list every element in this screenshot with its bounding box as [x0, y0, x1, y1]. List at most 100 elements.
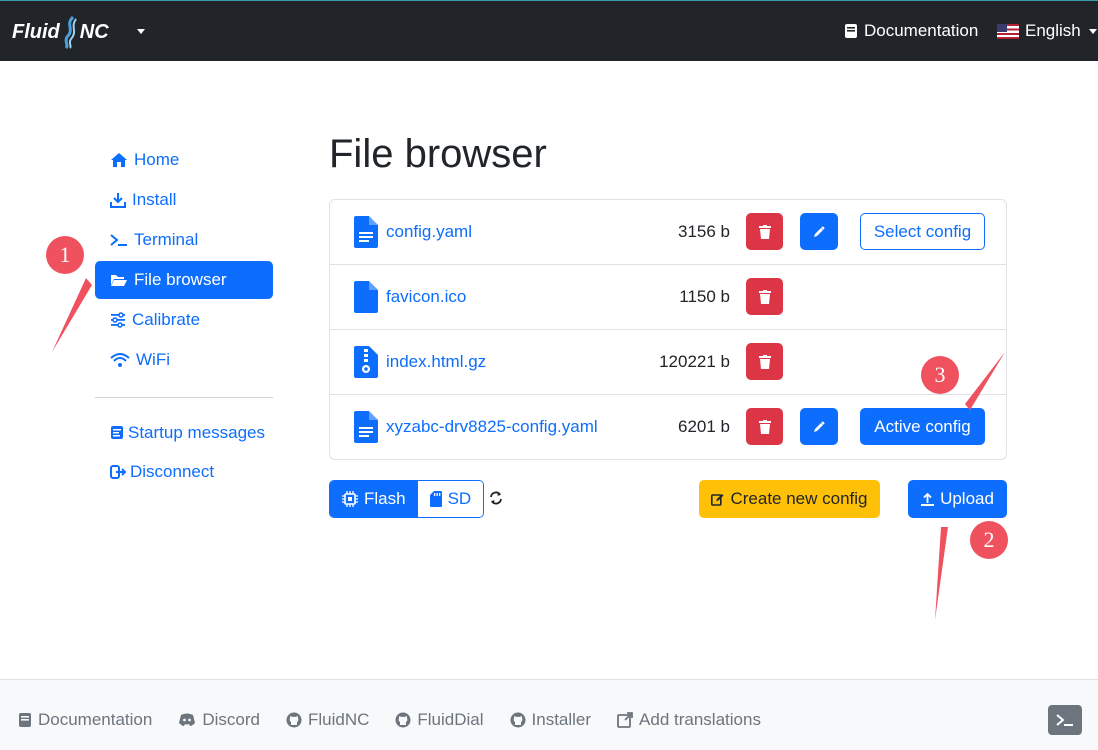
external-link-icon — [617, 712, 633, 728]
footer-link-label: FluidDial — [417, 710, 484, 729]
annotation-marker-3: 3 — [921, 356, 959, 394]
brand-logo[interactable]: Fluid NC — [12, 15, 109, 49]
sidebar-item-label: Calibrate — [132, 310, 201, 329]
message-icon — [111, 426, 123, 439]
select-config-button[interactable]: Select config — [860, 213, 985, 250]
sd-label: SD — [447, 489, 472, 508]
footer-link-label: Add translations — [639, 710, 761, 729]
home-icon — [111, 153, 127, 167]
edit-file-button[interactable] — [800, 213, 838, 250]
flash-storage-button[interactable]: Flash — [330, 481, 418, 517]
chevron-down-icon — [1088, 28, 1097, 34]
chip-icon — [342, 491, 358, 507]
footer-link-discord[interactable]: Discord — [178, 710, 260, 730]
file-name-link[interactable]: xyzabc-drv8825-config.yaml — [386, 417, 598, 437]
download-icon — [110, 193, 126, 208]
sidebar-nav: Home Install Terminal File browser Calib… — [95, 141, 273, 381]
sidebar-item-calibrate[interactable]: Calibrate — [95, 301, 273, 339]
trash-icon — [758, 289, 771, 304]
edit-square-icon — [711, 493, 724, 506]
footer-link-fluidnc[interactable]: FluidNC — [286, 710, 369, 730]
delete-file-button[interactable] — [746, 278, 783, 315]
sliders-icon — [111, 312, 125, 328]
footer-links: Documentation Discord FluidNC FluidDial … — [18, 710, 761, 730]
footer-link-label: Installer — [531, 710, 592, 729]
page-title: File browser — [329, 132, 547, 176]
file-text-icon — [354, 411, 378, 443]
file-name-link[interactable]: config.yaml — [386, 222, 472, 242]
book-icon — [19, 713, 31, 727]
pencil-icon — [814, 420, 825, 432]
sidebar-item-file-browser[interactable]: File browser — [95, 261, 273, 299]
footer-link-label: Documentation — [38, 710, 153, 729]
create-new-config-button[interactable]: Create new config — [699, 480, 880, 518]
sidebar-item-home[interactable]: Home — [95, 141, 273, 179]
sidebar-secondary: Startup messages Disconnect — [95, 420, 273, 498]
sidebar-item-disconnect[interactable]: Disconnect — [95, 459, 273, 484]
disconnect-label: Disconnect — [130, 462, 215, 481]
file-size: 3156 b — [678, 222, 730, 241]
nav-documentation-label: Documentation — [864, 21, 979, 40]
sidebar-divider — [95, 397, 273, 398]
file-name-link[interactable]: favicon.ico — [386, 287, 466, 307]
trash-icon — [758, 224, 771, 239]
language-dropdown[interactable]: English — [997, 21, 1097, 41]
footer-link-add-translations[interactable]: Add translations — [617, 710, 761, 730]
sidebar-item-label: Terminal — [134, 230, 199, 249]
sidebar-item-terminal[interactable]: Terminal — [95, 221, 273, 259]
file-size: 1150 b — [679, 287, 730, 306]
top-navbar: Fluid NC Documentation English — [0, 0, 1098, 61]
brand-dropdown-caret-icon[interactable] — [137, 29, 145, 34]
startup-messages-label: Startup messages — [128, 423, 266, 442]
sidebar-item-startup-messages[interactable]: Startup messages — [95, 420, 273, 445]
footer-link-documentation[interactable]: Documentation — [18, 710, 152, 730]
github-icon — [510, 712, 526, 728]
trash-icon — [758, 419, 771, 434]
nav-documentation-link[interactable]: Documentation — [844, 21, 978, 41]
file-size: 6201 b — [678, 417, 730, 436]
terminal-toggle-button[interactable] — [1048, 705, 1082, 735]
file-row: favicon.ico 1150 b — [330, 265, 1006, 330]
sd-storage-button[interactable]: SD — [417, 481, 484, 517]
sidebar-item-label: Home — [134, 150, 180, 169]
trash-icon — [758, 354, 771, 369]
upload-label: Upload — [940, 489, 994, 508]
file-size: 120221 b — [659, 352, 730, 371]
delete-file-button[interactable] — [746, 213, 783, 250]
file-list: config.yaml 3156 b Select config favicon… — [329, 199, 1007, 460]
upload-button[interactable]: Upload — [908, 480, 1007, 518]
folder-open-icon — [111, 275, 127, 286]
file-row: config.yaml 3156 b Select config — [330, 200, 1006, 265]
sidebar-item-label: Install — [132, 190, 177, 209]
footer-link-installer[interactable]: Installer — [510, 710, 592, 730]
footer-link-fluiddial[interactable]: FluidDial — [395, 710, 484, 730]
refresh-icon[interactable] — [489, 491, 503, 505]
delete-file-button[interactable] — [746, 343, 783, 380]
sidebar-item-label: WiFi — [136, 350, 170, 369]
sidebar-item-install[interactable]: Install — [95, 181, 273, 219]
sign-out-icon — [110, 465, 126, 479]
footer-link-label: FluidNC — [307, 710, 370, 729]
sidebar-item-wifi[interactable]: WiFi — [95, 341, 273, 379]
storage-toggle: Flash SD — [329, 480, 485, 518]
pencil-icon — [814, 225, 825, 237]
create-new-config-label: Create new config — [730, 489, 868, 508]
delete-file-button[interactable] — [746, 408, 783, 445]
active-config-button[interactable]: Active config — [860, 408, 985, 445]
github-icon — [395, 712, 411, 728]
terminal-icon — [1056, 714, 1073, 726]
terminal-icon — [110, 234, 127, 246]
brand-text: Fluid — [12, 20, 60, 43]
annotation-arrow-2 — [935, 527, 948, 620]
file-name-link[interactable]: index.html.gz — [386, 352, 486, 372]
file-row: index.html.gz 120221 b — [330, 330, 1006, 395]
annotation-marker-2: 2 — [970, 521, 1008, 559]
file-icon — [354, 281, 378, 313]
annotation-arrow-1 — [52, 278, 92, 352]
brand-flame-icon — [64, 15, 77, 49]
file-zip-icon — [354, 346, 378, 378]
language-label: English — [1025, 21, 1081, 40]
annotation-marker-1: 1 — [46, 236, 84, 274]
sidebar-item-label: File browser — [134, 270, 227, 289]
edit-file-button[interactable] — [800, 408, 838, 445]
